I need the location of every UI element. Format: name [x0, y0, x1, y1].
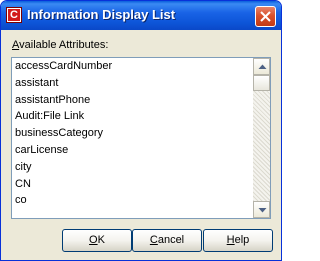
cancel-mnemonic: C — [149, 234, 158, 246]
list-item-cn[interactable]: CN — [12, 176, 252, 193]
list-item-city[interactable]: city — [12, 159, 252, 176]
help-mnemonic: H — [226, 234, 235, 246]
scrollbar-thumb[interactable] — [253, 75, 270, 91]
help-label: elp — [234, 234, 250, 246]
available-attributes-list[interactable]: accessCardNumber assistant assistantPhon… — [11, 57, 271, 219]
ok-mnemonic: O — [89, 234, 98, 246]
cancel-label: ancel — [157, 234, 185, 246]
list-item-co[interactable]: co — [12, 192, 252, 209]
available-attributes-label: Available Attributes: — [12, 39, 108, 51]
arrow-down-icon — [258, 208, 267, 213]
arrow-up-icon — [258, 64, 267, 69]
vertical-scrollbar[interactable] — [253, 58, 270, 218]
app-c-icon: C — [6, 7, 22, 23]
list-item-carlicense[interactable]: carLicense — [12, 142, 252, 159]
cancel-button[interactable]: Cancel — [132, 229, 202, 252]
scrollbar-track[interactable] — [253, 75, 270, 201]
close-button[interactable] — [255, 6, 276, 27]
list-item-accesscardnumber[interactable]: accessCardNumber — [12, 58, 252, 75]
list-item-businesscategory[interactable]: businessCategory — [12, 125, 252, 142]
list-item-assistantphone[interactable]: assistantPhone — [12, 92, 252, 109]
scroll-up-button[interactable] — [253, 58, 270, 75]
list-item-audit-file-link[interactable]: Audit:File Link — [12, 108, 252, 125]
scroll-down-button[interactable] — [253, 201, 270, 218]
title-bar[interactable]: C Information Display List — [1, 1, 281, 30]
ok-label: K — [97, 234, 105, 246]
app-c-glyph: C — [8, 9, 20, 21]
information-display-list-dialog: C Information Display List Available Att… — [0, 0, 282, 261]
ok-button[interactable]: OK — [62, 229, 132, 252]
close-x-icon — [260, 11, 271, 22]
help-button[interactable]: Help — [203, 229, 273, 252]
attributes-list-items: accessCardNumber assistant assistantPhon… — [12, 58, 252, 218]
list-item-assistant[interactable]: assistant — [12, 75, 252, 92]
available-attributes-label-text: vailable Attributes: — [19, 39, 109, 51]
window-title: Information Display List — [27, 7, 176, 22]
